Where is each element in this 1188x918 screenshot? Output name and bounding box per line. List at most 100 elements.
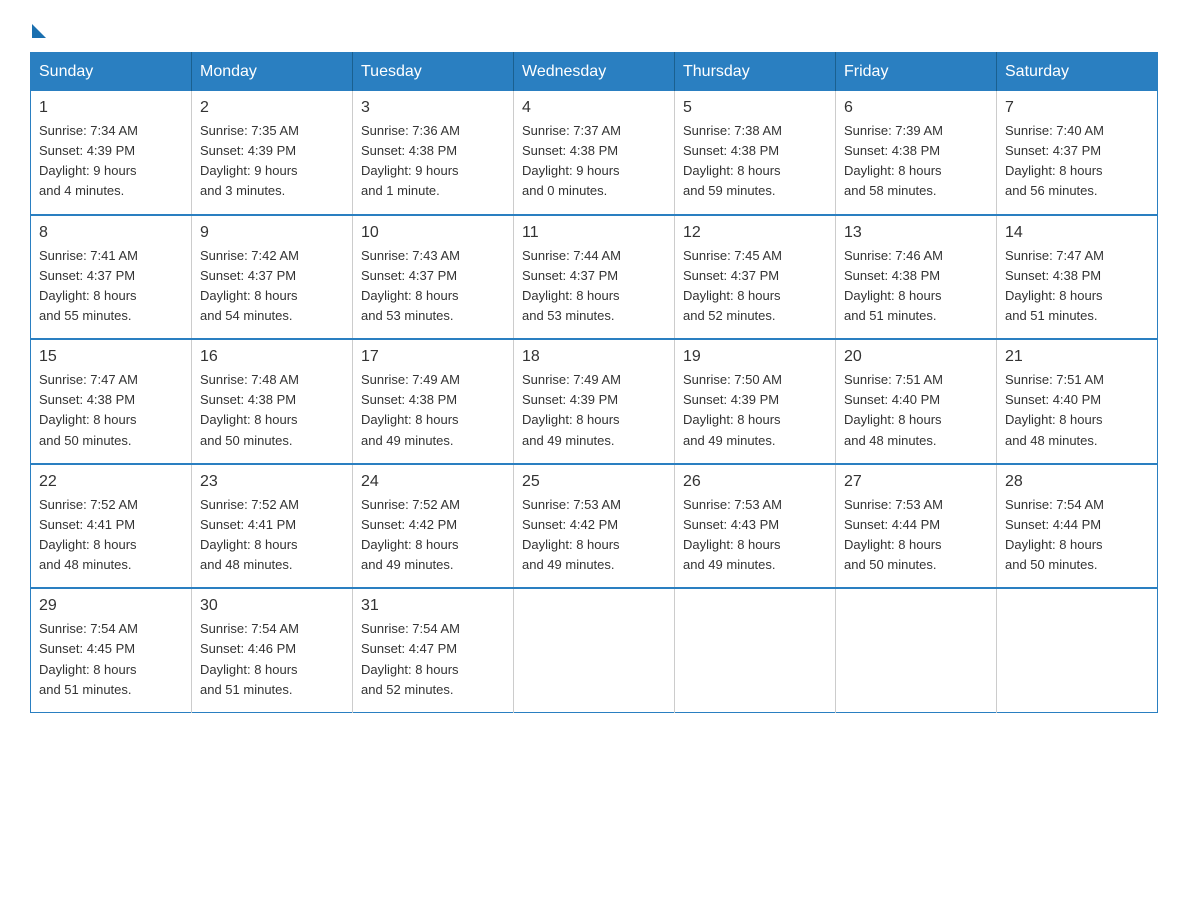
- calendar-week-row: 8 Sunrise: 7:41 AMSunset: 4:37 PMDayligh…: [31, 215, 1158, 340]
- day-info: Sunrise: 7:45 AMSunset: 4:37 PMDaylight:…: [683, 246, 827, 327]
- day-info: Sunrise: 7:53 AMSunset: 4:43 PMDaylight:…: [683, 495, 827, 576]
- day-of-week-header: Monday: [192, 53, 353, 92]
- calendar-table: SundayMondayTuesdayWednesdayThursdayFrid…: [30, 52, 1158, 713]
- day-info: Sunrise: 7:41 AMSunset: 4:37 PMDaylight:…: [39, 246, 183, 327]
- day-number: 22: [39, 473, 183, 491]
- day-number: 17: [361, 348, 505, 366]
- day-info: Sunrise: 7:36 AMSunset: 4:38 PMDaylight:…: [361, 121, 505, 202]
- day-number: 21: [1005, 348, 1149, 366]
- day-info: Sunrise: 7:40 AMSunset: 4:37 PMDaylight:…: [1005, 121, 1149, 202]
- day-number: 27: [844, 473, 988, 491]
- day-of-week-header: Sunday: [31, 53, 192, 92]
- day-number: 18: [522, 348, 666, 366]
- calendar-body: 1 Sunrise: 7:34 AMSunset: 4:39 PMDayligh…: [31, 91, 1158, 712]
- calendar-week-row: 1 Sunrise: 7:34 AMSunset: 4:39 PMDayligh…: [31, 91, 1158, 215]
- calendar-day-cell: 24 Sunrise: 7:52 AMSunset: 4:42 PMDaylig…: [353, 464, 514, 589]
- day-info: Sunrise: 7:52 AMSunset: 4:42 PMDaylight:…: [361, 495, 505, 576]
- day-of-week-header: Thursday: [675, 53, 836, 92]
- day-info: Sunrise: 7:42 AMSunset: 4:37 PMDaylight:…: [200, 246, 344, 327]
- calendar-day-cell: 20 Sunrise: 7:51 AMSunset: 4:40 PMDaylig…: [836, 339, 997, 464]
- calendar-day-cell: 28 Sunrise: 7:54 AMSunset: 4:44 PMDaylig…: [997, 464, 1158, 589]
- day-of-week-header: Saturday: [997, 53, 1158, 92]
- calendar-day-cell: [836, 588, 997, 712]
- day-number: 15: [39, 348, 183, 366]
- day-info: Sunrise: 7:39 AMSunset: 4:38 PMDaylight:…: [844, 121, 988, 202]
- day-number: 16: [200, 348, 344, 366]
- day-number: 7: [1005, 99, 1149, 117]
- calendar-day-cell: 14 Sunrise: 7:47 AMSunset: 4:38 PMDaylig…: [997, 215, 1158, 340]
- calendar-day-cell: 7 Sunrise: 7:40 AMSunset: 4:37 PMDayligh…: [997, 91, 1158, 215]
- day-info: Sunrise: 7:51 AMSunset: 4:40 PMDaylight:…: [1005, 370, 1149, 451]
- calendar-day-cell: 31 Sunrise: 7:54 AMSunset: 4:47 PMDaylig…: [353, 588, 514, 712]
- day-info: Sunrise: 7:54 AMSunset: 4:47 PMDaylight:…: [361, 619, 505, 700]
- calendar-header: SundayMondayTuesdayWednesdayThursdayFrid…: [31, 53, 1158, 92]
- calendar-day-cell: 19 Sunrise: 7:50 AMSunset: 4:39 PMDaylig…: [675, 339, 836, 464]
- day-number: 5: [683, 99, 827, 117]
- day-info: Sunrise: 7:49 AMSunset: 4:39 PMDaylight:…: [522, 370, 666, 451]
- day-info: Sunrise: 7:52 AMSunset: 4:41 PMDaylight:…: [39, 495, 183, 576]
- day-info: Sunrise: 7:53 AMSunset: 4:42 PMDaylight:…: [522, 495, 666, 576]
- day-info: Sunrise: 7:53 AMSunset: 4:44 PMDaylight:…: [844, 495, 988, 576]
- calendar-day-cell: 10 Sunrise: 7:43 AMSunset: 4:37 PMDaylig…: [353, 215, 514, 340]
- calendar-day-cell: 3 Sunrise: 7:36 AMSunset: 4:38 PMDayligh…: [353, 91, 514, 215]
- day-info: Sunrise: 7:51 AMSunset: 4:40 PMDaylight:…: [844, 370, 988, 451]
- day-info: Sunrise: 7:52 AMSunset: 4:41 PMDaylight:…: [200, 495, 344, 576]
- calendar-day-cell: [514, 588, 675, 712]
- day-info: Sunrise: 7:43 AMSunset: 4:37 PMDaylight:…: [361, 246, 505, 327]
- day-info: Sunrise: 7:34 AMSunset: 4:39 PMDaylight:…: [39, 121, 183, 202]
- day-info: Sunrise: 7:48 AMSunset: 4:38 PMDaylight:…: [200, 370, 344, 451]
- calendar-day-cell: 9 Sunrise: 7:42 AMSunset: 4:37 PMDayligh…: [192, 215, 353, 340]
- calendar-day-cell: 11 Sunrise: 7:44 AMSunset: 4:37 PMDaylig…: [514, 215, 675, 340]
- day-number: 8: [39, 224, 183, 242]
- day-info: Sunrise: 7:46 AMSunset: 4:38 PMDaylight:…: [844, 246, 988, 327]
- logo: [30, 20, 46, 34]
- day-info: Sunrise: 7:54 AMSunset: 4:45 PMDaylight:…: [39, 619, 183, 700]
- calendar-week-row: 22 Sunrise: 7:52 AMSunset: 4:41 PMDaylig…: [31, 464, 1158, 589]
- day-info: Sunrise: 7:49 AMSunset: 4:38 PMDaylight:…: [361, 370, 505, 451]
- calendar-day-cell: 8 Sunrise: 7:41 AMSunset: 4:37 PMDayligh…: [31, 215, 192, 340]
- day-of-week-header: Tuesday: [353, 53, 514, 92]
- calendar-day-cell: 23 Sunrise: 7:52 AMSunset: 4:41 PMDaylig…: [192, 464, 353, 589]
- day-info: Sunrise: 7:50 AMSunset: 4:39 PMDaylight:…: [683, 370, 827, 451]
- day-of-week-header: Friday: [836, 53, 997, 92]
- calendar-day-cell: [997, 588, 1158, 712]
- calendar-day-cell: 4 Sunrise: 7:37 AMSunset: 4:38 PMDayligh…: [514, 91, 675, 215]
- calendar-day-cell: 15 Sunrise: 7:47 AMSunset: 4:38 PMDaylig…: [31, 339, 192, 464]
- day-number: 14: [1005, 224, 1149, 242]
- day-number: 19: [683, 348, 827, 366]
- day-number: 3: [361, 99, 505, 117]
- day-number: 12: [683, 224, 827, 242]
- calendar-day-cell: 22 Sunrise: 7:52 AMSunset: 4:41 PMDaylig…: [31, 464, 192, 589]
- day-info: Sunrise: 7:38 AMSunset: 4:38 PMDaylight:…: [683, 121, 827, 202]
- calendar-day-cell: 17 Sunrise: 7:49 AMSunset: 4:38 PMDaylig…: [353, 339, 514, 464]
- day-number: 11: [522, 224, 666, 242]
- calendar-day-cell: 26 Sunrise: 7:53 AMSunset: 4:43 PMDaylig…: [675, 464, 836, 589]
- calendar-day-cell: 18 Sunrise: 7:49 AMSunset: 4:39 PMDaylig…: [514, 339, 675, 464]
- calendar-day-cell: 5 Sunrise: 7:38 AMSunset: 4:38 PMDayligh…: [675, 91, 836, 215]
- day-number: 13: [844, 224, 988, 242]
- calendar-day-cell: 16 Sunrise: 7:48 AMSunset: 4:38 PMDaylig…: [192, 339, 353, 464]
- day-number: 2: [200, 99, 344, 117]
- day-number: 26: [683, 473, 827, 491]
- calendar-day-cell: 29 Sunrise: 7:54 AMSunset: 4:45 PMDaylig…: [31, 588, 192, 712]
- day-number: 1: [39, 99, 183, 117]
- day-info: Sunrise: 7:54 AMSunset: 4:46 PMDaylight:…: [200, 619, 344, 700]
- days-of-week-row: SundayMondayTuesdayWednesdayThursdayFrid…: [31, 53, 1158, 92]
- day-number: 29: [39, 597, 183, 615]
- calendar-day-cell: 30 Sunrise: 7:54 AMSunset: 4:46 PMDaylig…: [192, 588, 353, 712]
- day-number: 23: [200, 473, 344, 491]
- day-number: 28: [1005, 473, 1149, 491]
- calendar-day-cell: 27 Sunrise: 7:53 AMSunset: 4:44 PMDaylig…: [836, 464, 997, 589]
- day-info: Sunrise: 7:54 AMSunset: 4:44 PMDaylight:…: [1005, 495, 1149, 576]
- calendar-day-cell: 13 Sunrise: 7:46 AMSunset: 4:38 PMDaylig…: [836, 215, 997, 340]
- calendar-day-cell: 25 Sunrise: 7:53 AMSunset: 4:42 PMDaylig…: [514, 464, 675, 589]
- day-number: 31: [361, 597, 505, 615]
- day-info: Sunrise: 7:35 AMSunset: 4:39 PMDaylight:…: [200, 121, 344, 202]
- day-info: Sunrise: 7:37 AMSunset: 4:38 PMDaylight:…: [522, 121, 666, 202]
- day-info: Sunrise: 7:47 AMSunset: 4:38 PMDaylight:…: [39, 370, 183, 451]
- day-info: Sunrise: 7:44 AMSunset: 4:37 PMDaylight:…: [522, 246, 666, 327]
- logo-arrow-icon: [32, 24, 46, 38]
- day-info: Sunrise: 7:47 AMSunset: 4:38 PMDaylight:…: [1005, 246, 1149, 327]
- day-number: 30: [200, 597, 344, 615]
- calendar-week-row: 15 Sunrise: 7:47 AMSunset: 4:38 PMDaylig…: [31, 339, 1158, 464]
